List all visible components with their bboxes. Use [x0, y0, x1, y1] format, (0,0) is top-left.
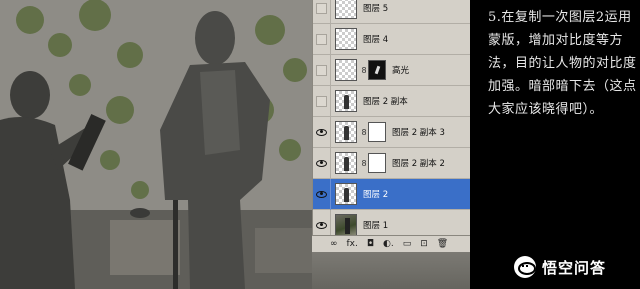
- annotation-text: 5.在复制一次图层2运用蒙版，增加对比度等方法，目的让人物的对比度加强。暗部暗下…: [488, 10, 637, 117]
- eye-icon: [316, 190, 327, 198]
- visibility-toggle[interactable]: [313, 23, 331, 55]
- layer-thumbnail: [335, 28, 357, 50]
- layer-row[interactable]: 图层 5: [313, 0, 471, 24]
- chain-link-icon[interactable]: 8: [360, 128, 368, 137]
- visibility-toggle[interactable]: [313, 54, 331, 86]
- eye-icon: [316, 159, 327, 167]
- layer-thumbnail: [335, 152, 357, 174]
- annotation-panel: 5.在复制一次图层2运用蒙版，增加对比度等方法，目的让人物的对比度加强。暗部暗下…: [470, 0, 640, 289]
- statue-photo: [0, 0, 318, 289]
- hidden-eye-icon: [316, 2, 327, 14]
- watermark-text: 悟空问答: [542, 258, 607, 277]
- layer-name: 图层 2 副本 2: [392, 159, 445, 169]
- layer-row[interactable]: 8 高光: [313, 54, 471, 86]
- layer-name: 图层 2 副本 3: [392, 128, 445, 138]
- layer-thumbnail: [335, 183, 357, 205]
- layer-name: 图层 1: [363, 221, 389, 231]
- layers-panel-footer: ∞ fx. ◘ ◐. ▭ ⊡ 🗑: [312, 235, 470, 252]
- fx-icon[interactable]: fx.: [347, 239, 358, 249]
- chain-link-icon[interactable]: 8: [360, 66, 368, 75]
- layer-row[interactable]: 8 图层 2 副本 3: [313, 116, 471, 148]
- adjustment-icon[interactable]: ◐.: [383, 239, 394, 249]
- layer-thumbnail: [335, 0, 357, 19]
- hidden-eye-icon: [316, 33, 327, 45]
- layer-row[interactable]: 图层 4: [313, 23, 471, 55]
- layer-mask-thumbnail[interactable]: [368, 153, 386, 173]
- watermark: 悟空问答: [514, 256, 606, 278]
- layer-thumbnail: [335, 121, 357, 143]
- visibility-toggle[interactable]: [313, 116, 331, 148]
- mask-icon[interactable]: ◘: [367, 239, 374, 249]
- hidden-eye-icon: [316, 64, 327, 76]
- trash-icon[interactable]: 🗑: [437, 239, 448, 249]
- wukong-logo-icon: [514, 256, 536, 278]
- layer-name: 高光: [392, 66, 410, 76]
- layer-name: 图层 4: [363, 35, 389, 45]
- new-layer-icon[interactable]: ⊡: [420, 239, 428, 249]
- visibility-toggle[interactable]: [313, 178, 331, 210]
- layer-name: 图层 2: [363, 190, 389, 200]
- eye-icon: [316, 128, 327, 136]
- chain-link-icon[interactable]: 8: [360, 159, 368, 168]
- layer-thumbnail: [335, 90, 357, 112]
- layer-name: 图层 5: [363, 4, 389, 14]
- photo-canvas: [0, 0, 318, 289]
- layer-row-selected[interactable]: 图层 2: [313, 178, 471, 210]
- layer-mask-thumbnail[interactable]: [368, 122, 386, 142]
- photo-bottom-strip: [312, 252, 470, 289]
- layer-thumbnail: [335, 214, 357, 236]
- layer-row[interactable]: 图层 2 副本: [313, 85, 471, 117]
- visibility-toggle[interactable]: [313, 0, 331, 24]
- link-icon[interactable]: ∞: [330, 239, 338, 249]
- layers-panel: 图层 5 图层 4 8 高光 图层 2 副本 8 图层 2 副本 3 8 图层 …: [312, 0, 471, 252]
- visibility-toggle[interactable]: [313, 147, 331, 179]
- layer-name: 图层 2 副本: [363, 97, 408, 107]
- layer-mask-thumbnail[interactable]: [368, 60, 386, 80]
- eye-icon: [316, 221, 327, 229]
- folder-icon[interactable]: ▭: [403, 239, 412, 249]
- hidden-eye-icon: [316, 95, 327, 107]
- layer-row[interactable]: 8 图层 2 副本 2: [313, 147, 471, 179]
- visibility-toggle[interactable]: [313, 85, 331, 117]
- layer-thumbnail: [335, 59, 357, 81]
